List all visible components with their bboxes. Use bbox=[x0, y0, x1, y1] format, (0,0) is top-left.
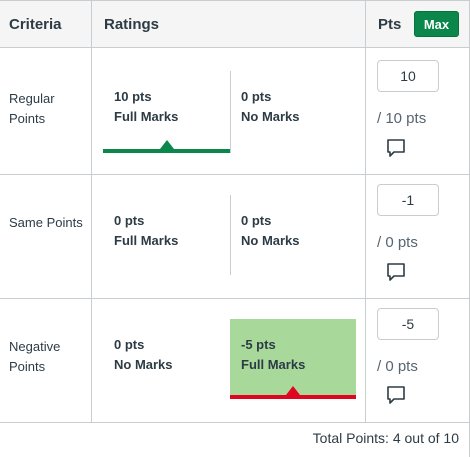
rating-cell[interactable]: 0 pts No Marks bbox=[103, 319, 230, 399]
row-divider bbox=[0, 422, 470, 423]
rubric-table: Criteria Ratings Pts Max Regular Points … bbox=[0, 0, 470, 457]
points-possible: / 10 pts bbox=[377, 110, 427, 127]
rating-description: Full Marks bbox=[114, 109, 179, 124]
rating-points: 0 pts bbox=[114, 337, 145, 352]
ratings-header: Ratings bbox=[104, 16, 160, 33]
selected-marker bbox=[160, 140, 174, 149]
criterion-name: Same Points bbox=[9, 215, 83, 230]
row-divider bbox=[0, 174, 470, 175]
selected-marker bbox=[286, 386, 300, 395]
rubric-header: Criteria Ratings Pts Max bbox=[0, 0, 470, 48]
comment-icon[interactable] bbox=[386, 138, 406, 158]
rating-cell[interactable]: -5 pts Full Marks bbox=[230, 319, 356, 399]
rating-description: No Marks bbox=[241, 109, 300, 124]
points-input[interactable] bbox=[377, 184, 439, 216]
pts-header: Pts bbox=[378, 16, 402, 33]
points-input[interactable] bbox=[377, 308, 439, 340]
rating-description: Full Marks bbox=[114, 233, 179, 248]
rating-points: -5 pts bbox=[241, 337, 276, 352]
max-button[interactable]: Max bbox=[414, 11, 459, 37]
rating-cell[interactable]: 0 pts Full Marks bbox=[103, 195, 230, 275]
rating-cell[interactable]: 10 pts Full Marks bbox=[103, 71, 230, 153]
rating-cell[interactable]: 0 pts No Marks bbox=[230, 195, 356, 275]
rating-cell[interactable]: 0 pts No Marks bbox=[230, 71, 356, 153]
criterion-name: Negative Points bbox=[9, 339, 61, 374]
total-points: Total Points: 4 out of 10 bbox=[312, 430, 459, 446]
grid-line bbox=[365, 0, 366, 422]
grid-line bbox=[91, 0, 92, 422]
points-possible: / 0 pts bbox=[377, 358, 418, 375]
rating-points: 0 pts bbox=[114, 213, 145, 228]
rating-description: No Marks bbox=[114, 357, 173, 372]
rating-description: Full Marks bbox=[241, 357, 306, 372]
rating-points: 0 pts bbox=[241, 213, 272, 228]
comment-icon[interactable] bbox=[386, 385, 406, 405]
comment-icon[interactable] bbox=[386, 262, 406, 282]
criteria-header: Criteria bbox=[9, 16, 62, 33]
row-divider bbox=[0, 298, 470, 299]
points-possible: / 0 pts bbox=[377, 234, 418, 251]
criterion-name: Regular Points bbox=[9, 91, 55, 126]
rating-description: No Marks bbox=[241, 233, 300, 248]
points-input[interactable] bbox=[377, 60, 439, 92]
rating-points: 10 pts bbox=[114, 89, 152, 104]
rating-points: 0 pts bbox=[241, 89, 272, 104]
